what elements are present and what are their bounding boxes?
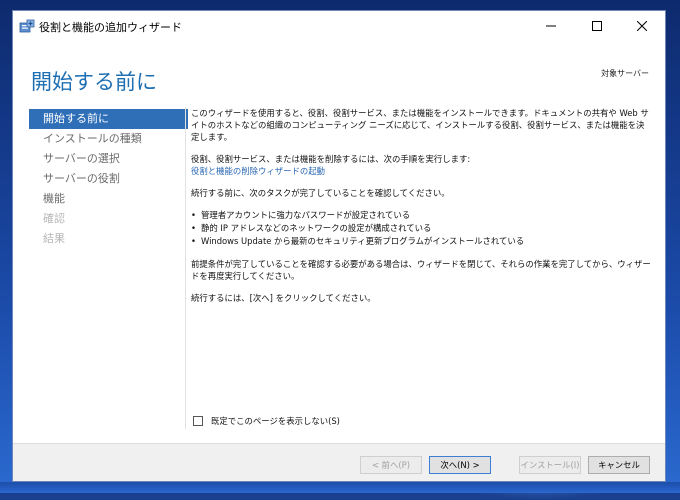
task-list: 管理者アカウントに強力なパスワードが設定されている 静的 IP アドレスなどのネ… (191, 209, 651, 248)
cancel-button[interactable]: キャンセル (588, 456, 650, 474)
step-installation-type[interactable]: インストールの種類 (29, 129, 189, 149)
prerequisites-text: 前提条件が完了していることを確認する必要がある場合は、ウィザードを閉じて、それら… (191, 259, 651, 281)
title-bar[interactable]: 役割と機能の追加ウィザード (13, 11, 665, 41)
remove-instructions: 役割、役割サービス、または機能を削除するには、次の手順を実行します: (191, 154, 471, 164)
install-button: インストール(I) (519, 456, 581, 474)
step-server-selection[interactable]: サーバーの選択 (29, 149, 189, 169)
skip-page-label: 既定でこのページを表示しない(S) (211, 416, 340, 426)
minimize-icon (546, 25, 556, 27)
maximize-button[interactable] (574, 11, 620, 41)
step-before-you-begin[interactable]: 開始する前に (29, 109, 188, 129)
wizard-footer: < 前へ(P) 次へ(N) > インストール(I) キャンセル (13, 443, 665, 481)
remove-wizard-link[interactable]: 役割と機能の削除ウィザードの起動 (191, 166, 325, 176)
target-server-label: 対象サーバー (601, 69, 649, 78)
window-title: 役割と機能の追加ウィザード (39, 21, 182, 34)
desktop-bottom-edge (0, 482, 680, 493)
skip-page-checkbox[interactable] (193, 416, 203, 426)
wizard-content: このウィザードを使用すると、役割、役割サービス、または機能をインストールできます… (191, 107, 651, 314)
minimize-button[interactable] (528, 11, 574, 41)
server-manager-icon (19, 18, 35, 34)
list-item: 静的 IP アドレスなどのネットワークの設定が構成されている (191, 222, 651, 235)
close-icon (637, 21, 647, 31)
list-item: 管理者アカウントに強力なパスワードが設定されている (191, 209, 651, 222)
list-item: Windows Update から最新のセキュリティ更新プログラムがインストール… (191, 235, 651, 248)
continue-text: 続行するには、[次へ] をクリックしてください。 (191, 293, 376, 303)
skip-page-option[interactable]: 既定でこのページを表示しない(S) (193, 415, 340, 427)
page-title: 開始する前に (31, 70, 157, 94)
maximize-icon (592, 21, 602, 31)
sidebar-divider (185, 107, 186, 429)
close-button[interactable] (619, 11, 665, 41)
wizard-header: 開始する前に 対象サーバー (13, 41, 665, 105)
step-results: 結果 (43, 232, 65, 245)
next-button[interactable]: 次へ(N) > (429, 456, 491, 474)
previous-button: < 前へ(P) (360, 456, 422, 474)
tasks-intro: 続行する前に、次のタスクが完了していることを確認してください。 (191, 188, 450, 198)
step-confirmation: 確認 (43, 212, 65, 225)
intro-text: このウィザードを使用すると、役割、役割サービス、または機能をインストールできます… (191, 108, 649, 142)
wizard-steps-nav: 開始する前に インストールの種類 サーバーの選択 サーバーの役割 機能 確認 結… (29, 109, 189, 249)
step-server-roles[interactable]: サーバーの役割 (29, 169, 189, 189)
step-features[interactable]: 機能 (29, 189, 189, 209)
add-roles-wizard-window: 役割と機能の追加ウィザード 開始する前に 対象サーバー 開始する前に インストー… (12, 10, 666, 482)
